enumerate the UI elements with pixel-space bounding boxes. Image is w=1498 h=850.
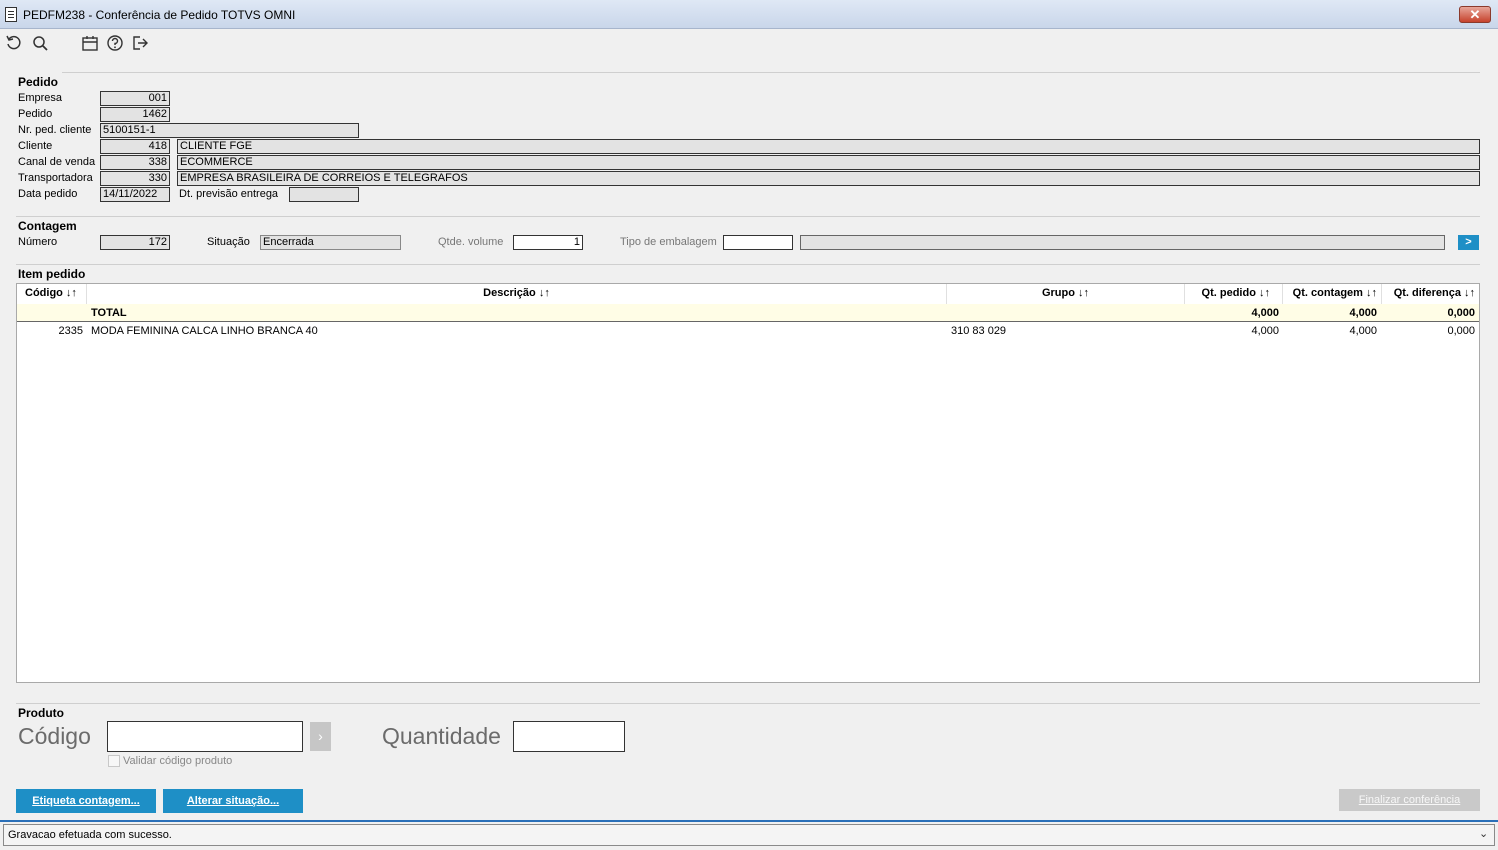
column-header-descricao[interactable]: Descrição ↓↑ — [87, 284, 947, 304]
cliente-label: Cliente — [18, 140, 53, 152]
row-codigo: 2335 — [58, 325, 83, 337]
row-descricao: MODA FEMININA CALCA LINHO BRANCA 40 — [91, 325, 318, 337]
quantidade-input[interactable] — [513, 721, 625, 752]
refresh-icon[interactable] — [4, 34, 24, 54]
row-grupo: 310 83 029 — [951, 325, 1007, 337]
column-header-codigo[interactable]: Código ↓↑ — [17, 284, 87, 304]
canal-label: Canal de venda — [18, 156, 96, 168]
row-qt-pedido: 4,000 — [1251, 325, 1279, 337]
finalizar-conferencia-button[interactable]: Finalizar conferência — [1339, 789, 1480, 811]
dt-previsao-field[interactable] — [289, 187, 359, 202]
exit-icon[interactable] — [130, 34, 150, 54]
status-separator — [0, 820, 1498, 822]
produto-codigo-label: Código — [18, 723, 91, 749]
data-pedido-field[interactable]: 14/11/2022 — [100, 187, 170, 202]
close-button[interactable]: ✕ — [1459, 6, 1491, 23]
data-pedido-label: Data pedido — [18, 188, 78, 200]
qtde-volume-field[interactable]: 1 — [513, 235, 583, 250]
etiqueta-contagem-button[interactable]: Etiqueta contagem... — [16, 789, 156, 813]
status-message: Gravacao efetuada com sucesso. — [8, 829, 172, 841]
section-divider — [16, 216, 1480, 217]
search-icon[interactable] — [30, 34, 50, 54]
section-divider — [62, 72, 1480, 73]
validar-codigo-label: Validar código produto — [123, 755, 233, 767]
item-pedido-section-title: Item pedido — [18, 267, 86, 281]
table-row[interactable]: 2335 MODA FEMININA CALCA LINHO BRANCA 40… — [17, 322, 1479, 340]
nr-ped-cliente-field[interactable]: 5100151-1 — [100, 123, 359, 138]
total-qt-contagem: 4,000 — [1349, 307, 1377, 319]
column-header-qt-contagem[interactable]: Qt. contagem ↓↑ — [1283, 284, 1382, 304]
situacao-field: Encerrada — [260, 235, 401, 250]
calendar-icon[interactable] — [80, 34, 100, 54]
title-bar: PEDFM238 - Conferência de Pedido TOTVS O… — [0, 0, 1498, 29]
transportadora-name-field: EMPRESA BRASILEIRA DE CORREIOS E TELEGRA… — [177, 171, 1480, 186]
empresa-field[interactable]: 001 — [100, 91, 170, 106]
tipo-embalagem-code-field[interactable] — [723, 235, 793, 250]
pedido-field[interactable]: 1462 — [100, 107, 170, 122]
total-row: TOTAL 4,000 4,000 0,000 — [17, 304, 1479, 322]
status-bar[interactable]: Gravacao efetuada com sucesso. ⌄ — [3, 824, 1495, 846]
nr-ped-cliente-label: Nr. ped. cliente — [18, 124, 92, 136]
tipo-embalagem-go-button[interactable]: > — [1458, 235, 1479, 250]
column-header-qt-pedido[interactable]: Qt. pedido ↓↑ — [1185, 284, 1283, 304]
situacao-label: Situação — [207, 236, 250, 248]
item-pedido-grid[interactable]: Código ↓↑ Descrição ↓↑ Grupo ↓↑ Qt. pedi… — [16, 283, 1480, 683]
pedido-label: Pedido — [18, 108, 53, 120]
transportadora-code-field[interactable]: 330 — [100, 171, 170, 186]
window-title: PEDFM238 - Conferência de Pedido TOTVS O… — [23, 8, 296, 22]
section-divider — [16, 703, 1480, 704]
tipo-embalagem-label: Tipo de embalagem — [620, 236, 717, 248]
help-icon[interactable] — [105, 34, 125, 54]
column-header-grupo[interactable]: Grupo ↓↑ — [947, 284, 1185, 304]
row-qt-contagem: 4,000 — [1349, 325, 1377, 337]
quantidade-label: Quantidade — [382, 723, 501, 749]
produto-codigo-input[interactable] — [107, 721, 303, 752]
contagem-section-title: Contagem — [18, 219, 77, 233]
numero-label: Número — [18, 236, 58, 248]
row-qt-diferenca: 0,000 — [1447, 325, 1475, 337]
total-label: TOTAL — [91, 307, 127, 319]
produto-go-button[interactable]: › — [310, 722, 331, 751]
produto-section-title: Produto — [18, 706, 64, 720]
total-qt-pedido: 4,000 — [1251, 307, 1279, 319]
empresa-label: Empresa — [18, 92, 63, 104]
tipo-embalagem-desc-field — [800, 235, 1445, 250]
cliente-name-field: CLIENTE FGE — [177, 139, 1480, 154]
validar-codigo-checkbox[interactable] — [108, 755, 120, 767]
canal-name-field: ECOMMERCE — [177, 155, 1480, 170]
chevron-down-icon[interactable]: ⌄ — [1479, 827, 1488, 840]
column-header-qt-diferenca[interactable]: Qt. diferença ↓↑ — [1382, 284, 1479, 304]
transportadora-label: Transportadora — [18, 172, 93, 184]
dt-previsao-label: Dt. previsão entrega — [179, 188, 279, 200]
pedido-section-title: Pedido — [18, 75, 59, 89]
document-icon — [5, 7, 17, 22]
total-qt-diferenca: 0,000 — [1447, 307, 1475, 319]
section-divider — [16, 264, 1480, 265]
qtde-volume-label: Qtde. volume — [438, 236, 504, 248]
cliente-code-field[interactable]: 418 — [100, 139, 170, 154]
numero-field[interactable]: 172 — [100, 235, 170, 250]
alterar-situacao-button[interactable]: Alterar situação... — [163, 789, 303, 813]
canal-code-field[interactable]: 338 — [100, 155, 170, 170]
